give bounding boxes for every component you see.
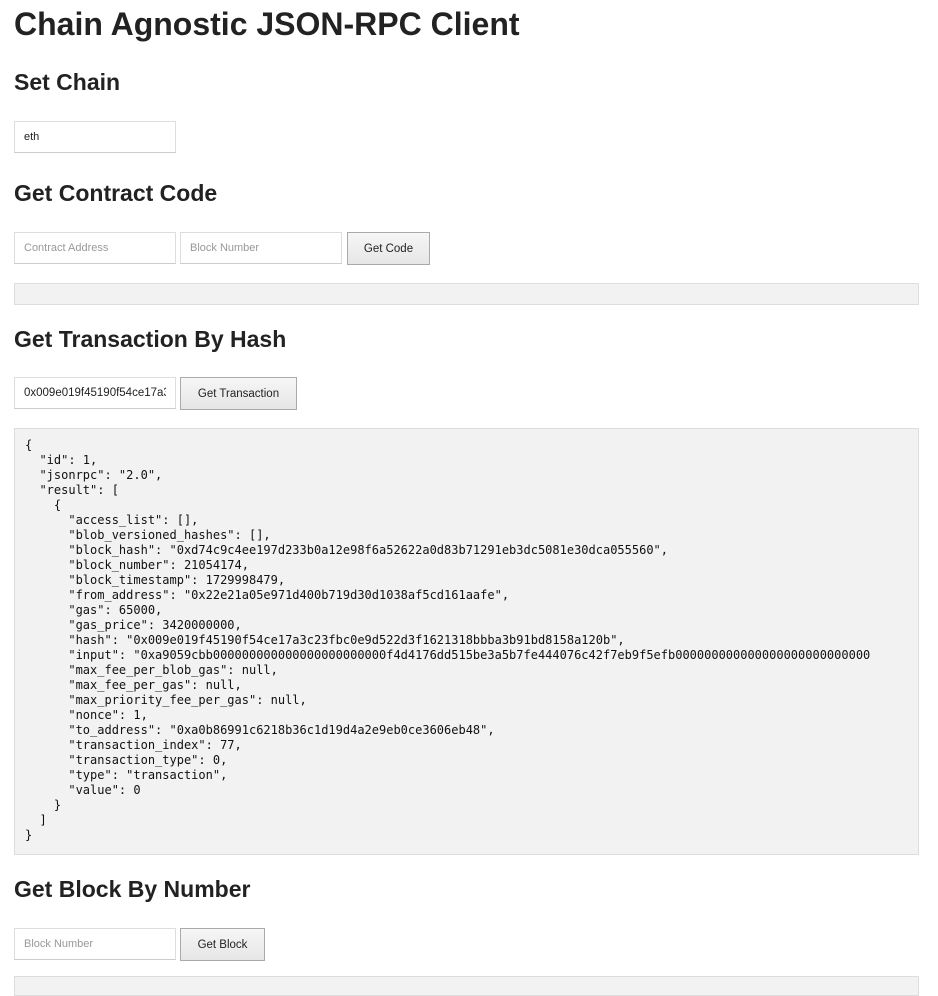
transaction-output: { "id": 1, "jsonrpc": "2.0", "result": […: [14, 428, 919, 855]
tx-hash-input[interactable]: [14, 377, 176, 409]
block-output: [14, 976, 919, 996]
transaction-json: { "id": 1, "jsonrpc": "2.0", "result": […: [25, 438, 871, 842]
block-number-input[interactable]: [14, 928, 176, 960]
contract-address-input[interactable]: [14, 232, 176, 264]
block-by-number-heading: Get Block By Number: [14, 876, 251, 902]
get-block-button[interactable]: Get Block: [180, 928, 265, 961]
contract-block-number-input[interactable]: [180, 232, 342, 264]
contract-code-heading: Get Contract Code: [14, 180, 218, 206]
get-code-button[interactable]: Get Code: [347, 232, 430, 265]
get-transaction-button[interactable]: Get Transaction: [180, 377, 297, 410]
set-chain-heading: Set Chain: [14, 69, 121, 95]
chain-input[interactable]: [14, 121, 176, 153]
page-title: Chain Agnostic JSON-RPC Client: [14, 6, 520, 42]
tx-by-hash-heading: Get Transaction By Hash: [14, 326, 287, 352]
contract-code-output: [14, 283, 919, 305]
